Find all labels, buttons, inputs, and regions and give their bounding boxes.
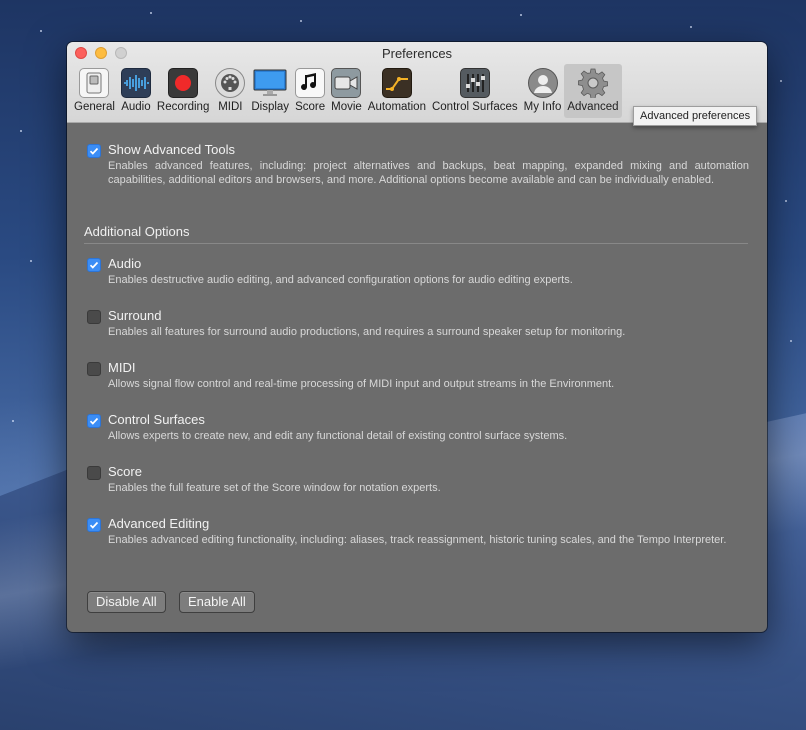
- preferences-window: Preferences General Audio Recording MIDI…: [67, 42, 767, 632]
- tab-recording[interactable]: Recording: [154, 64, 212, 118]
- enable-all-button[interactable]: Enable All: [179, 591, 255, 613]
- waveform-icon: [120, 68, 151, 98]
- audio-checkbox[interactable]: [87, 258, 101, 272]
- option-description: Enables advanced editing functionality, …: [108, 534, 727, 546]
- option-description: Allows signal flow control and real-time…: [108, 378, 615, 390]
- disable-all-button[interactable]: Disable All: [87, 591, 166, 613]
- show-advanced-tools-checkbox[interactable]: [87, 144, 101, 158]
- option-title[interactable]: Control Surfaces: [108, 412, 205, 427]
- checkmark-icon: [89, 521, 99, 529]
- tab-control-surfaces[interactable]: Control Surfaces: [429, 64, 521, 118]
- tab-general[interactable]: General: [71, 64, 118, 118]
- midi-checkbox[interactable]: [87, 362, 101, 376]
- option-description: Enables all features for surround audio …: [108, 326, 626, 338]
- tab-label: General: [74, 101, 115, 113]
- tab-label: Advanced: [567, 101, 619, 113]
- tab-label: My Info: [523, 101, 562, 113]
- midi-connector-icon: [215, 68, 246, 98]
- checkmark-icon: [89, 147, 99, 155]
- music-note-icon: [295, 68, 326, 98]
- switch-icon: [79, 68, 110, 98]
- tab-label: Movie: [331, 101, 362, 113]
- tab-movie[interactable]: Movie: [328, 64, 365, 118]
- tab-label: MIDI: [218, 101, 243, 113]
- option-description: Allows experts to create new, and edit a…: [108, 430, 568, 442]
- section-label: Additional Options: [84, 224, 190, 239]
- record-icon: [168, 68, 199, 98]
- section-divider: [84, 243, 748, 244]
- automation-curve-icon: [381, 68, 412, 98]
- tab-label: Automation: [367, 101, 426, 113]
- tab-score[interactable]: Score: [292, 64, 328, 118]
- advanced-preferences-panel: Show Advanced Tools Enables advanced fea…: [67, 123, 767, 632]
- video-camera-icon: [331, 68, 362, 98]
- tab-advanced[interactable]: Advanced: [564, 64, 622, 118]
- option-title[interactable]: MIDI: [108, 360, 135, 375]
- checkmark-icon: [89, 261, 99, 269]
- tab-label: Score: [295, 101, 326, 113]
- option-title[interactable]: Score: [108, 464, 142, 479]
- tab-label: Recording: [156, 101, 210, 113]
- window-title: Preferences: [381, 46, 453, 61]
- user-icon: [527, 68, 558, 98]
- tab-audio[interactable]: Audio: [118, 64, 154, 118]
- option-title[interactable]: Audio: [108, 256, 141, 271]
- surround-checkbox[interactable]: [87, 310, 101, 324]
- option-description: Enables the full feature set of the Scor…: [108, 482, 441, 494]
- option-title[interactable]: Show Advanced Tools: [108, 142, 235, 157]
- tab-my-info[interactable]: My Info: [521, 64, 565, 118]
- tab-label: Control Surfaces: [431, 101, 518, 113]
- gear-icon: [577, 68, 608, 98]
- option-title[interactable]: Advanced Editing: [108, 516, 209, 531]
- tab-automation[interactable]: Automation: [365, 64, 429, 118]
- option-title[interactable]: Surround: [108, 308, 161, 323]
- preferences-toolbar: General Audio Recording MIDI Display Sco…: [71, 64, 622, 120]
- tab-label: Display: [251, 101, 290, 113]
- advanced-tooltip: Advanced preferences: [633, 106, 758, 126]
- faders-icon: [459, 68, 490, 98]
- advanced-editing-checkbox[interactable]: [87, 518, 101, 532]
- option-description: Enables destructive audio editing, and a…: [108, 274, 573, 286]
- tab-display[interactable]: Display: [248, 64, 292, 118]
- monitor-icon: [253, 68, 287, 98]
- score-checkbox[interactable]: [87, 466, 101, 480]
- checkmark-icon: [89, 417, 99, 425]
- control-surfaces-checkbox[interactable]: [87, 414, 101, 428]
- option-description: Enables advanced features, including: pr…: [108, 160, 749, 186]
- tab-midi[interactable]: MIDI: [212, 64, 248, 118]
- tab-label: Audio: [121, 101, 151, 113]
